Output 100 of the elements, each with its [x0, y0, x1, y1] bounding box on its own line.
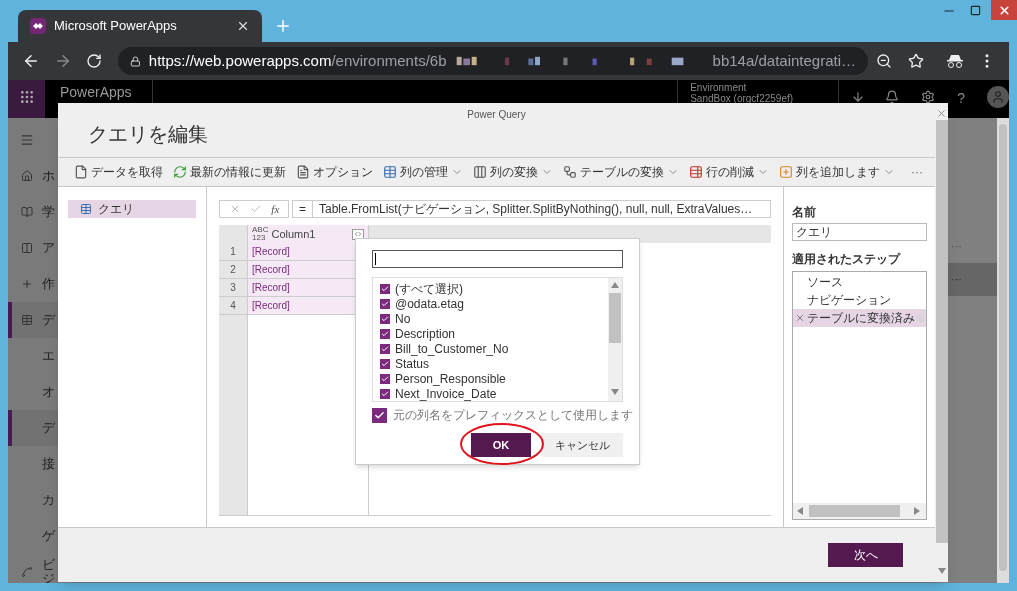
toolbar-button[interactable]: 最新の情報に更新 [173, 163, 286, 181]
sidebar-item[interactable]: カ [8, 482, 58, 518]
scrollbar-thumb[interactable] [935, 120, 948, 543]
sidebar-item[interactable]: ホ [8, 158, 58, 194]
name-label: 名前 [792, 204, 817, 221]
row-number: 3 [219, 279, 247, 297]
checkbox[interactable] [380, 313, 390, 324]
bell-icon[interactable] [885, 90, 900, 104]
book-icon [21, 206, 33, 218]
checkbox[interactable] [380, 328, 390, 339]
checkbox[interactable] [380, 298, 390, 309]
sidebar-item[interactable]: 学 [8, 194, 58, 230]
step-item[interactable]: テーブルに変換済み [793, 309, 926, 327]
checkbox[interactable] [372, 407, 387, 423]
table-icon [80, 203, 92, 215]
sidebar-item[interactable]: ア [8, 230, 58, 266]
toolbar-button[interactable]: 列の管理 [383, 163, 463, 181]
sidebar-item[interactable]: 作 [8, 266, 58, 302]
scroll-up-icon[interactable] [611, 282, 619, 290]
zoom-out-icon[interactable] [876, 53, 892, 69]
ok-button[interactable]: OK [471, 433, 531, 457]
maximize-icon[interactable] [970, 5, 981, 16]
scroll-down-icon[interactable] [937, 568, 946, 576]
prefix-label: 元の列名をプレフィックスとして使用します [393, 407, 633, 424]
close-icon [997, 3, 1011, 17]
bookmark-star-icon[interactable] [908, 53, 924, 69]
home-icon [21, 170, 33, 182]
step-item[interactable]: ソース [793, 273, 926, 291]
checkbox[interactable] [380, 283, 390, 294]
check-icon[interactable] [250, 203, 262, 215]
refresh-icon [173, 165, 187, 179]
formula-field[interactable]: = Table.FromList(ナビゲーション, Splitter.SplitByNothing(), null, null, ExtraValues… [292, 200, 771, 218]
name-field[interactable]: クエリ [792, 223, 927, 241]
forward-icon[interactable] [54, 52, 72, 70]
tab-title: Microsoft PowerApps [54, 17, 178, 36]
document-icon [296, 165, 310, 179]
file-icon [74, 165, 88, 179]
toolbar-button[interactable]: データを取得 [74, 163, 163, 181]
expand-icon [354, 230, 362, 238]
address-field[interactable]: https://web.powerapps.com/environments/6b bb14a/dataintegrati… [118, 47, 868, 75]
checkbox[interactable] [380, 388, 390, 399]
more-button[interactable]: ··· [911, 163, 923, 181]
sidebar-item[interactable]: エ [8, 338, 58, 374]
dialog-title: クエリを編集 [88, 124, 209, 144]
next-button[interactable]: 次へ [828, 543, 903, 567]
field-label: Person_Responsible [395, 371, 506, 386]
app-logo-icon [30, 18, 46, 34]
field-label: @odata.etag [395, 296, 464, 311]
dialog-caption: Power Query [467, 108, 526, 122]
scrollbar-thumb[interactable] [609, 293, 621, 343]
hat-glasses-icon[interactable] [946, 53, 964, 69]
field-label: Status [395, 356, 430, 371]
environment-label: Environment [690, 82, 748, 93]
help-button[interactable]: ? [957, 88, 965, 109]
sidebar-item[interactable]: 接 [8, 446, 58, 482]
field-label: Bill_to_Customer_No [395, 341, 509, 356]
scroll-left-icon[interactable] [797, 507, 805, 515]
check-icon [374, 409, 385, 421]
type-label: ABC 123 [252, 226, 269, 242]
avatar-icon[interactable] [987, 86, 1009, 108]
browser-tab[interactable]: Microsoft PowerApps [18, 10, 262, 42]
reload-icon[interactable] [86, 53, 102, 69]
steps-label: 適用されたステップ [792, 251, 902, 268]
plus-icon [21, 278, 33, 290]
sidebar-item[interactable]: オ [8, 374, 58, 410]
field-label: No [395, 311, 411, 326]
sidebar-item[interactable]: ゲ [8, 518, 58, 554]
scroll-right-icon[interactable] [914, 507, 922, 515]
toolbar-button[interactable]: テーブルの変換 [563, 163, 679, 181]
fx-label[interactable]: fx [271, 200, 280, 218]
app-launcher-icon[interactable] [18, 89, 35, 105]
step-item[interactable]: ナビゲーション [793, 291, 926, 309]
table-icon [383, 165, 397, 179]
close-icon[interactable] [236, 19, 250, 33]
checkbox[interactable] [380, 343, 390, 354]
scroll-down-icon[interactable] [611, 389, 619, 397]
cancel-button[interactable]: キャンセル [541, 433, 623, 457]
checkbox[interactable] [380, 358, 390, 369]
environment-name[interactable]: SandBox (orgcf2259ef) [690, 93, 827, 104]
search-field[interactable] [372, 250, 623, 268]
scrollbar-thumb[interactable] [809, 505, 900, 517]
panel-icon [21, 242, 33, 254]
query-item[interactable]: クエリ [68, 200, 196, 218]
toolbar-button[interactable]: オプション [296, 163, 373, 181]
row-number: 1 [219, 243, 247, 261]
scrollbar-thumb[interactable] [999, 124, 1007, 571]
back-icon[interactable] [22, 52, 40, 70]
checkbox[interactable] [380, 373, 390, 384]
lock-icon[interactable] [130, 54, 141, 68]
flowchart-icon [563, 165, 577, 179]
plus-square-icon [779, 165, 793, 179]
toolbar-button[interactable]: 行の削減 [689, 163, 769, 181]
delete-icon[interactable] [795, 313, 805, 323]
settings-icon[interactable] [921, 90, 936, 104]
row-number: 4 [219, 297, 247, 315]
toolbar-button[interactable]: 列の変換 [473, 163, 553, 181]
close-button[interactable] [991, 0, 1017, 20]
toolbar-button[interactable]: 列を追加します [779, 163, 895, 181]
row-number: 2 [219, 261, 247, 279]
line-chart-icon [21, 566, 33, 578]
